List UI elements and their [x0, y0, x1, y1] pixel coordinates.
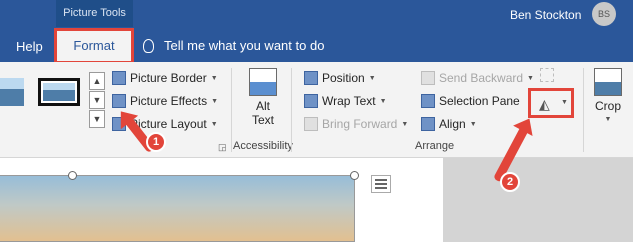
bring-forward-label: Bring Forward: [322, 117, 398, 131]
group-divider: [231, 68, 232, 152]
document-page: [0, 158, 443, 242]
bring-forward-icon: [304, 117, 318, 131]
picture-tools-context-label: Picture Tools: [56, 0, 133, 27]
chevron-down-icon: ▼: [527, 74, 534, 82]
group-divider: [291, 68, 292, 152]
title-bar: Picture Tools Ben Stockton BS Help Forma…: [0, 0, 633, 64]
position-icon: [304, 71, 318, 85]
picture-effects-icon: [112, 94, 126, 108]
selection-pane-icon: [421, 94, 435, 108]
align-icon: [421, 117, 435, 131]
chevron-down-icon: ▼: [561, 99, 568, 106]
crop-icon: [594, 68, 622, 96]
wrap-text-label: Wrap Text: [322, 94, 376, 108]
layout-options-icon[interactable]: [371, 175, 391, 193]
callout-badge-2: 2: [500, 172, 520, 192]
alt-text-label-line1: Alt: [255, 99, 270, 113]
lightbulb-icon: [143, 38, 154, 53]
chevron-down-icon: ▼: [211, 97, 219, 105]
picture-border-button[interactable]: Picture Border ▼: [112, 71, 218, 85]
picture-effects-label: Picture Effects: [130, 94, 208, 108]
alt-text-icon: [249, 68, 277, 96]
arrange-group-label: Arrange: [415, 140, 455, 152]
selection-pane-button[interactable]: Selection Pane: [421, 94, 520, 108]
gallery-down-button[interactable]: ▼: [89, 91, 105, 109]
position-label: Position: [322, 71, 365, 85]
picture-border-label: Picture Border: [130, 71, 207, 85]
rotate-icon: ◭: [539, 96, 550, 112]
accessibility-group-label: Accessibility: [233, 140, 293, 152]
picture-styles-launcher-icon[interactable]: ◲: [218, 142, 227, 153]
chevron-down-icon: ▼: [379, 97, 387, 105]
picture-style-thumb-1[interactable]: [0, 78, 24, 106]
send-backward-label: Send Backward: [439, 71, 524, 85]
picture-style-thumb-2[interactable]: [38, 78, 80, 106]
send-backward-button[interactable]: Send Backward ▼: [421, 71, 534, 85]
gallery-more-button[interactable]: ▼: [89, 110, 105, 128]
resize-handle[interactable]: [350, 171, 359, 180]
tell-me-search[interactable]: Tell me what you want to do: [143, 38, 324, 53]
chevron-down-icon: ▼: [368, 74, 376, 82]
tab-format[interactable]: Format: [54, 28, 134, 64]
wrap-text-button[interactable]: Wrap Text ▼: [304, 94, 387, 108]
group-objects-icon[interactable]: [540, 68, 554, 82]
alt-text-button[interactable]: Alt Text: [243, 68, 283, 127]
chevron-down-icon: ▼: [604, 116, 612, 123]
crop-button[interactable]: Crop ▼: [588, 68, 628, 127]
chevron-down-icon: ▼: [401, 120, 409, 128]
tab-help[interactable]: Help: [16, 39, 43, 54]
alt-text-label-line2: Text: [251, 113, 274, 127]
bring-forward-button[interactable]: Bring Forward ▼: [304, 117, 408, 131]
send-backward-icon: [421, 71, 435, 85]
crop-label: Crop: [594, 99, 621, 113]
avatar[interactable]: BS: [592, 2, 616, 26]
selected-picture[interactable]: [0, 175, 355, 242]
wrap-text-icon: [304, 94, 318, 108]
user-name[interactable]: Ben Stockton: [510, 8, 581, 22]
chevron-down-icon: ▼: [210, 120, 218, 128]
chevron-down-icon: ▼: [469, 120, 477, 128]
chevron-down-icon: ▼: [210, 74, 218, 82]
selection-pane-label: Selection Pane: [439, 94, 520, 108]
gallery-up-button[interactable]: ▲: [89, 72, 105, 90]
rotation-handle[interactable]: [68, 171, 77, 180]
position-button[interactable]: Position ▼: [304, 71, 376, 85]
align-button[interactable]: Align ▼: [421, 117, 477, 131]
document-area: [0, 158, 633, 242]
picture-border-icon: [112, 71, 126, 85]
group-divider: [583, 68, 584, 152]
callout-badge-1: 1: [146, 132, 166, 152]
align-label: Align: [439, 117, 466, 131]
rotate-button[interactable]: ◭ ▼: [528, 88, 574, 118]
tell-me-label: Tell me what you want to do: [164, 38, 325, 53]
